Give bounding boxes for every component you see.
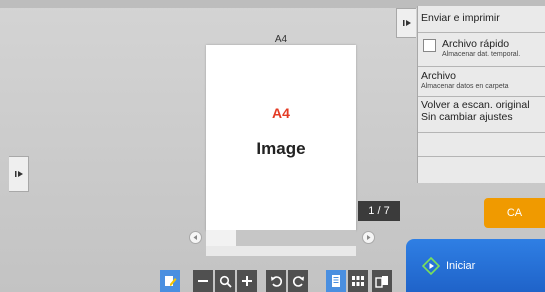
empty-menu-slot-2: [418, 157, 545, 183]
quick-file-checkbox[interactable]: [423, 39, 436, 52]
scroll-right-button[interactable]: [362, 231, 375, 244]
thumbnail-view-button[interactable]: [348, 270, 368, 292]
quick-file-label: Archivo rápido: [442, 38, 510, 50]
rescan-sublabel: Sin cambiar ajustes: [421, 111, 513, 123]
diamond-start-icon: [422, 256, 440, 275]
page-counter: 1 / 7: [358, 201, 400, 221]
page-title: A4: [272, 105, 290, 121]
play-arrow-icon: [402, 20, 411, 26]
rotate-right-button[interactable]: [288, 270, 308, 292]
file-label: Archivo: [421, 70, 457, 82]
scroll-track-lower: [206, 246, 356, 256]
multi-page-view-icon: [375, 275, 388, 288]
file-item[interactable]: Archivo Almacenar datos en carpeta: [418, 67, 545, 97]
multi-page-view-button[interactable]: [372, 270, 392, 292]
quick-file-sublabel: Almacenar dat. temporal.: [442, 51, 521, 58]
empty-menu-slot-1: [418, 133, 545, 157]
action-panel: Enviar e imprimir Archivo rápido Almacen…: [417, 6, 545, 183]
scrollbar-thumb[interactable]: [206, 230, 236, 246]
rotate-left-button[interactable]: [266, 270, 286, 292]
zoom-in-button[interactable]: [237, 270, 257, 292]
rescan-item[interactable]: Volver a escan. original Sin cambiar aju…: [418, 97, 545, 133]
start-button[interactable]: Iniciar: [406, 239, 545, 292]
rotate-left-icon: [270, 275, 282, 287]
thumbnail-view-icon: [352, 276, 364, 286]
single-page-view-button[interactable]: [326, 270, 346, 292]
start-label: Iniciar: [446, 259, 476, 272]
zoom-out-button[interactable]: [193, 270, 213, 292]
scroll-left-button[interactable]: [189, 231, 202, 244]
send-and-print-label: Enviar e imprimir: [421, 12, 500, 24]
rescan-label: Volver a escan. original: [421, 99, 530, 111]
expand-left-panel-button[interactable]: [9, 156, 29, 192]
page-image-text: Image: [256, 139, 306, 158]
edit-page-button[interactable]: [160, 270, 180, 292]
page-preview[interactable]: A4 Image: [206, 45, 356, 231]
file-sublabel: Almacenar datos en carpeta: [421, 83, 509, 90]
zoom-out-icon: [198, 280, 208, 282]
zoom-search-icon: [219, 275, 232, 288]
quick-file-item[interactable]: Archivo rápido Almacenar dat. temporal.: [418, 33, 545, 67]
chevron-right-icon: [367, 235, 371, 240]
edit-page-icon: [165, 276, 177, 286]
zoom-in-icon: [242, 276, 252, 286]
chevron-left-icon: [193, 235, 197, 240]
send-and-print-item[interactable]: Enviar e imprimir: [418, 6, 545, 33]
zoom-button[interactable]: [215, 270, 235, 292]
single-page-view-icon: [332, 275, 340, 287]
ca-button[interactable]: CA: [484, 198, 545, 228]
rotate-right-icon: [292, 275, 304, 287]
collapse-panel-button[interactable]: [396, 8, 416, 38]
play-arrow-icon: [14, 171, 23, 177]
paper-size-label: A4: [274, 34, 288, 45]
horizontal-scrollbar[interactable]: [206, 230, 356, 246]
